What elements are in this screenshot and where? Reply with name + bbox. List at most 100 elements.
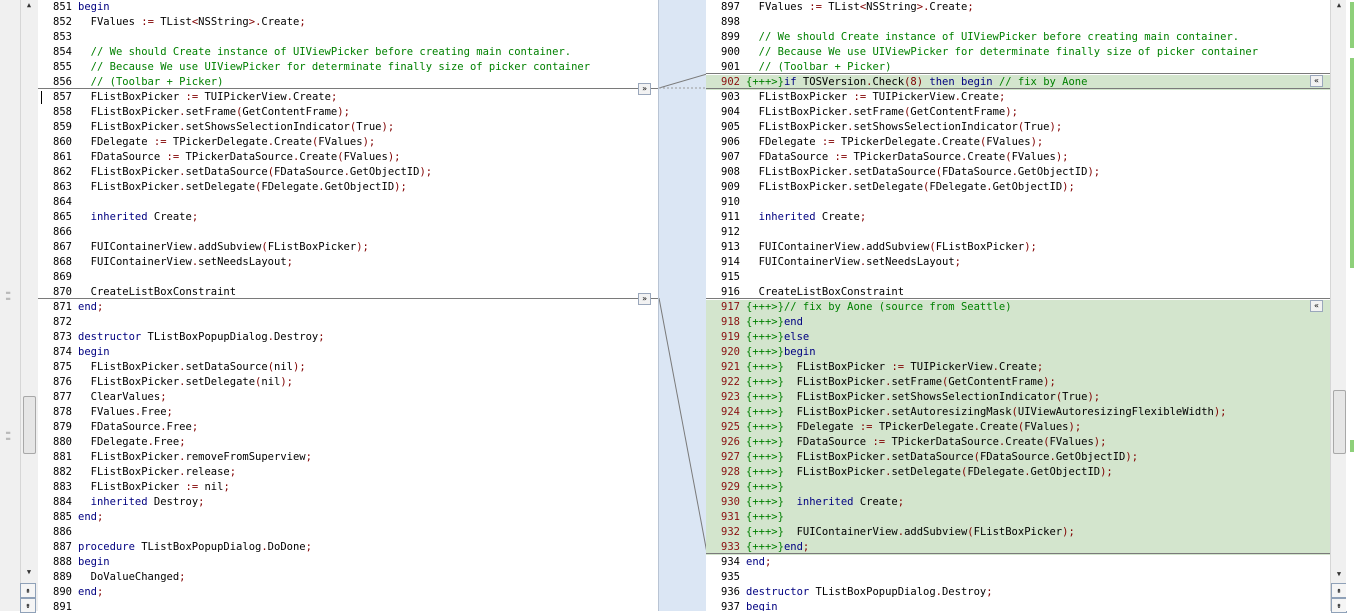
right-code-line[interactable]: 935 bbox=[706, 570, 1330, 585]
left-code-line[interactable]: 852 FValues := TList<NSString>.Create; bbox=[38, 15, 658, 30]
right-code-line[interactable]: 909 FListBoxPicker.setDelegate(FDelegate… bbox=[706, 180, 1330, 195]
right-code-line[interactable]: 915 bbox=[706, 270, 1330, 285]
right-code-line[interactable]: 918 {+++>}end bbox=[706, 315, 1330, 330]
scroll-up-arrow-icon[interactable]: ▲ bbox=[1331, 1, 1347, 9]
left-code-line[interactable]: 891 bbox=[38, 600, 658, 611]
grip-icon[interactable]: ═ ═ bbox=[6, 290, 10, 303]
right-code-line[interactable]: 908 FListBoxPicker.setDataSource(FDataSo… bbox=[706, 165, 1330, 180]
diff-overview-marker[interactable] bbox=[1350, 58, 1354, 268]
left-code-line[interactable]: 877 ClearValues; bbox=[38, 390, 658, 405]
right-code-line[interactable]: 919 {+++>}else bbox=[706, 330, 1330, 345]
right-vertical-scrollbar[interactable]: ▲ ▼ ⇞ ⇟ bbox=[1330, 0, 1347, 613]
left-code-line[interactable]: 875 FListBoxPicker.setDataSource(nil); bbox=[38, 360, 658, 375]
left-code-line[interactable]: 878 FValues.Free; bbox=[38, 405, 658, 420]
left-code-line[interactable]: 872 bbox=[38, 315, 658, 330]
right-code-line[interactable]: 926 {+++>} FDataSource := TPickerDataSour… bbox=[706, 435, 1330, 450]
right-code-line[interactable]: 931 {+++>} bbox=[706, 510, 1330, 525]
left-code-line[interactable]: 854 // We should Create instance of UIVi… bbox=[38, 45, 658, 60]
right-code-line[interactable]: 920 {+++>}begin bbox=[706, 345, 1330, 360]
scroll-down-arrow-icon[interactable]: ▼ bbox=[21, 568, 37, 576]
right-code-line[interactable]: 898 bbox=[706, 15, 1330, 30]
right-code-line[interactable]: 937 begin bbox=[706, 600, 1330, 611]
scroll-down-arrow-icon[interactable]: ▼ bbox=[1331, 570, 1347, 578]
scroll-up-arrow-icon[interactable]: ▲ bbox=[21, 1, 37, 9]
left-code-line[interactable]: 860 FDelegate := TPickerDelegate.Create(… bbox=[38, 135, 658, 150]
left-code-line[interactable]: 859 FListBoxPicker.setShowsSelectionIndi… bbox=[38, 120, 658, 135]
right-code-line[interactable]: 936 destructor TListBoxPopupDialog.Destro… bbox=[706, 585, 1330, 600]
right-code-line[interactable]: 897 FValues := TList<NSString>.Create; bbox=[706, 0, 1330, 15]
right-code-line[interactable]: 914 FUIContainerView.setNeedsLayout; bbox=[706, 255, 1330, 270]
right-code-line[interactable]: 900 // Because We use UIViewPicker for d… bbox=[706, 45, 1330, 60]
left-code-line[interactable]: 867 FUIContainerView.addSubview(FListBox… bbox=[38, 240, 658, 255]
left-code-line[interactable]: 863 FListBoxPicker.setDelegate(FDelegate… bbox=[38, 180, 658, 195]
left-code-line[interactable]: 883 FListBoxPicker := nil; bbox=[38, 480, 658, 495]
right-code-line[interactable]: 929 {+++>} bbox=[706, 480, 1330, 495]
left-scroll-thumb[interactable] bbox=[23, 396, 36, 454]
left-code-line[interactable]: 858 FListBoxPicker.setFrame(GetContentFr… bbox=[38, 105, 658, 120]
left-code-line[interactable]: 853 bbox=[38, 30, 658, 45]
right-code-line[interactable]: 924 {+++>} FListBoxPicker.setAutoresizing… bbox=[706, 405, 1330, 420]
left-code-line[interactable]: 869 bbox=[38, 270, 658, 285]
left-code-line[interactable]: 874 begin bbox=[38, 345, 658, 360]
left-code-line[interactable]: 873 destructor TListBoxPopupDialog.Destro… bbox=[38, 330, 658, 345]
right-code-line[interactable]: 930 {+++>} inherited Create; bbox=[706, 495, 1330, 510]
right-code-line[interactable]: 912 bbox=[706, 225, 1330, 240]
left-code-line[interactable]: 881 FListBoxPicker.removeFromSuperview; bbox=[38, 450, 658, 465]
left-code-line[interactable]: 888 begin bbox=[38, 555, 658, 570]
right-code-line[interactable]: 910 bbox=[706, 195, 1330, 210]
left-code-line[interactable]: 880 FDelegate.Free; bbox=[38, 435, 658, 450]
left-code-line[interactable]: 890 end; bbox=[38, 585, 658, 600]
right-code-line[interactable]: 934 end; bbox=[706, 555, 1330, 570]
left-code-line[interactable]: 857 FListBoxPicker := TUIPickerView.Crea… bbox=[38, 90, 658, 105]
right-code-pane[interactable]: 897 FValues := TList<NSString>.Create; 89… bbox=[706, 0, 1330, 611]
left-code-line[interactable]: 864 bbox=[38, 195, 658, 210]
right-code-line[interactable]: 927 {+++>} FListBoxPicker.setDataSource(F… bbox=[706, 450, 1330, 465]
left-code-pane[interactable]: 851 begin 852 FValues := TList<NSString>.C… bbox=[38, 0, 658, 611]
left-code-line[interactable]: 889 DoValueChanged; bbox=[38, 570, 658, 585]
prev-diff-button[interactable]: ⇞ bbox=[1331, 583, 1347, 598]
right-code-line[interactable]: 932 {+++>} FUIContainerView.addSubview(FL… bbox=[706, 525, 1330, 540]
left-code-line[interactable]: 866 bbox=[38, 225, 658, 240]
left-code-line[interactable]: 861 FDataSource := TPickerDataSource.Cre… bbox=[38, 150, 658, 165]
right-code-line[interactable]: 922 {+++>} FListBoxPicker.setFrame(GetCon… bbox=[706, 375, 1330, 390]
diff-overview-bar[interactable] bbox=[1346, 0, 1366, 611]
left-scroll-gutter[interactable]: ▲ ▼ ═ ═ ═ ═ ⇞ ⇟ bbox=[0, 0, 39, 613]
left-code-line[interactable]: 887 procedure TListBoxPopupDialog.DoDone; bbox=[38, 540, 658, 555]
left-code-line[interactable]: 882 FListBoxPicker.release; bbox=[38, 465, 658, 480]
copy-to-left-button[interactable]: « bbox=[1310, 300, 1323, 312]
right-code-line[interactable]: 906 FDelegate := TPickerDelegate.Create(… bbox=[706, 135, 1330, 150]
right-code-line[interactable]: 903 FListBoxPicker := TUIPickerView.Crea… bbox=[706, 90, 1330, 105]
left-code-line[interactable]: 876 FListBoxPicker.setDelegate(nil); bbox=[38, 375, 658, 390]
right-code-line[interactable]: 913 FUIContainerView.addSubview(FListBox… bbox=[706, 240, 1330, 255]
copy-to-right-button[interactable]: » bbox=[638, 293, 651, 305]
right-code-line[interactable]: 921 {+++>} FListBoxPicker := TUIPickerVie… bbox=[706, 360, 1330, 375]
right-code-line[interactable]: 905 FListBoxPicker.setShowsSelectionIndi… bbox=[706, 120, 1330, 135]
left-code-line[interactable]: 868 FUIContainerView.setNeedsLayout; bbox=[38, 255, 658, 270]
right-scroll-thumb[interactable] bbox=[1333, 390, 1346, 454]
left-code-line[interactable]: 862 FListBoxPicker.setDataSource(FDataSo… bbox=[38, 165, 658, 180]
left-code-line[interactable]: 879 FDataSource.Free; bbox=[38, 420, 658, 435]
diff-overview-marker[interactable] bbox=[1350, 440, 1354, 452]
left-code-line[interactable]: 885 end; bbox=[38, 510, 658, 525]
right-code-line[interactable]: 923 {+++>} FListBoxPicker.setShowsSelecti… bbox=[706, 390, 1330, 405]
right-code-line[interactable]: 928 {+++>} FListBoxPicker.setDelegate(FDe… bbox=[706, 465, 1330, 480]
left-code-line[interactable]: 884 inherited Destroy; bbox=[38, 495, 658, 510]
left-code-line[interactable]: 851 begin bbox=[38, 0, 658, 15]
right-code-line[interactable]: 925 {+++>} FDelegate := TPickerDelegate.C… bbox=[706, 420, 1330, 435]
copy-to-right-button[interactable]: » bbox=[638, 83, 651, 95]
right-code-line[interactable]: 911 inherited Create; bbox=[706, 210, 1330, 225]
right-code-line[interactable]: 904 FListBoxPicker.setFrame(GetContentFr… bbox=[706, 105, 1330, 120]
left-code-line[interactable]: 871 end; bbox=[38, 300, 658, 315]
right-code-line[interactable]: 907 FDataSource := TPickerDataSource.Cre… bbox=[706, 150, 1330, 165]
prev-diff-button[interactable]: ⇞ bbox=[20, 583, 36, 598]
left-vertical-scrollbar[interactable]: ▲ ▼ bbox=[20, 0, 37, 611]
grip-icon[interactable]: ═ ═ bbox=[6, 430, 10, 443]
code-text: FDelegate := TPickerDelegate.Create(FVal… bbox=[90, 136, 376, 148]
left-code-line[interactable]: 855 // Because We use UIViewPicker for d… bbox=[38, 60, 658, 75]
right-code-line[interactable]: 899 // We should Create instance of UIVi… bbox=[706, 30, 1330, 45]
left-code-line[interactable]: 865 inherited Create; bbox=[38, 210, 658, 225]
copy-to-left-button[interactable]: « bbox=[1310, 75, 1323, 87]
right-code-line[interactable]: 917 {+++>}// fix by Aone (source from Sea… bbox=[706, 300, 1330, 315]
diff-overview-marker[interactable] bbox=[1350, 2, 1354, 48]
left-code-line[interactable]: 886 bbox=[38, 525, 658, 540]
